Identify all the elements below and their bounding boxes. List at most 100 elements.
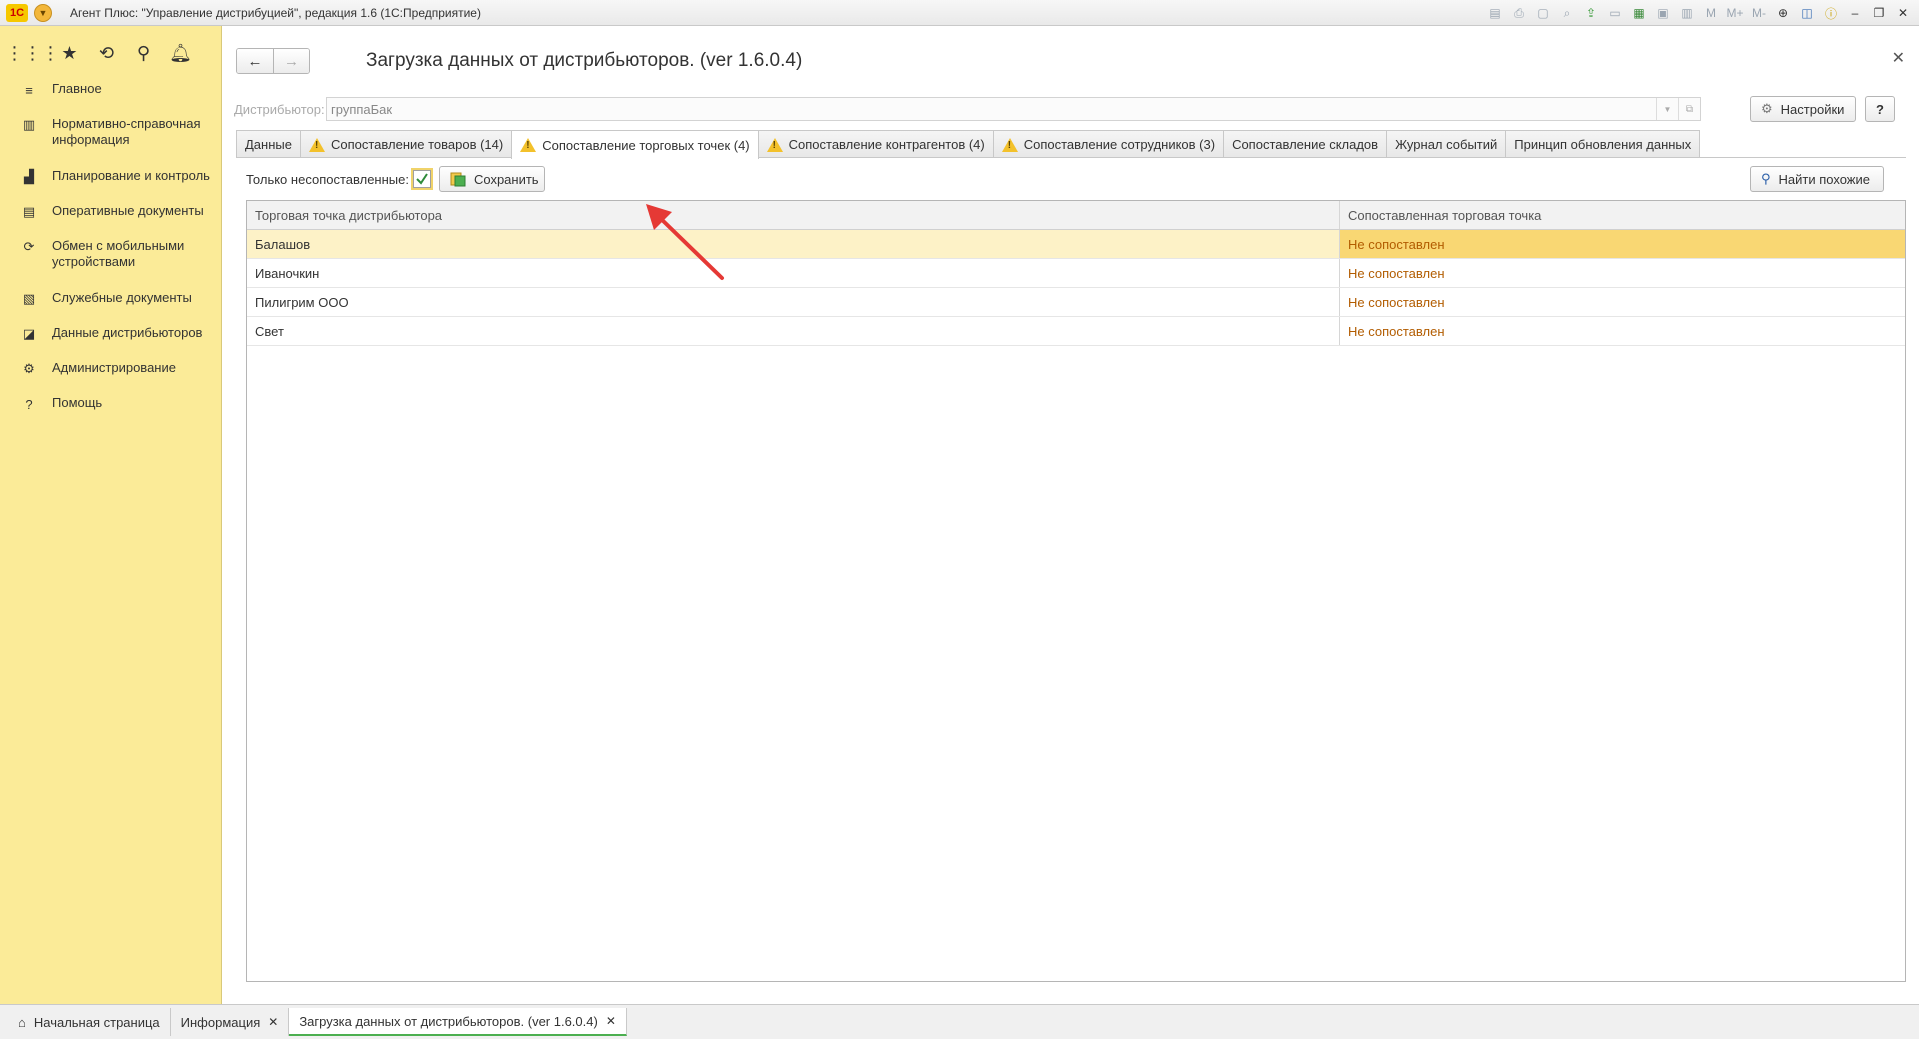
upload-icon[interactable]: ⇪: [1581, 3, 1601, 23]
only-unmatched-checkbox[interactable]: [410, 168, 433, 190]
find-doc-icon[interactable]: ⌕: [1557, 3, 1577, 23]
window-title: Агент Плюс: "Управление дистрибуцией", р…: [70, 5, 481, 20]
tab-panel-divider: [236, 157, 1906, 158]
sidebar-item-label: Данные дистрибьюторов: [52, 325, 203, 340]
menu-lines-icon: ≡: [25, 82, 33, 98]
question-icon: ?: [25, 396, 33, 412]
outlets-toolbar: Только несопоставленные: Сохранить: [246, 166, 545, 192]
memory-mplus-icon[interactable]: M+: [1725, 3, 1745, 23]
memory-mminus-icon[interactable]: M-: [1749, 3, 1769, 23]
task-label: Начальная страница: [33, 1014, 160, 1030]
task-home[interactable]: ⌂ Начальная страница: [8, 1008, 171, 1036]
dropdown-arrow-icon[interactable]: ▼: [1656, 98, 1678, 120]
print-icon[interactable]: ⎙: [1509, 3, 1529, 23]
matched-outlet-cell[interactable]: Не сопоставлен: [1340, 259, 1905, 287]
sidebar-item-administration[interactable]: ⚙ Администрирование: [0, 355, 221, 390]
column-header-matched-outlet[interactable]: Сопоставленная торговая точка: [1340, 201, 1905, 229]
memory-m-icon[interactable]: M: [1701, 3, 1721, 23]
distributor-outlet-cell[interactable]: Пилигрим ООО: [247, 288, 1340, 316]
matched-outlet-cell[interactable]: Не сопоставлен: [1340, 317, 1905, 345]
close-icon[interactable]: ✕: [268, 1015, 278, 1029]
distributor-outlet-cell[interactable]: Свет: [247, 317, 1340, 345]
find-similar-label: Найти похожие: [1778, 171, 1870, 187]
sidebar-item-help[interactable]: ? Помощь: [0, 390, 221, 425]
only-unmatched-label: Только несопоставленные:: [246, 171, 409, 187]
panels-icon[interactable]: ◫: [1797, 3, 1817, 23]
tab-data[interactable]: Данные: [236, 130, 301, 158]
distributor-row: Дистрибьютор: группаБак ▼ ⧉: [234, 96, 1904, 122]
sidebar-item-main[interactable]: ≡ Главное: [0, 76, 221, 111]
settings-button[interactable]: ⚙ Настройки: [1750, 96, 1856, 122]
attach-icon[interactable]: ▭: [1605, 3, 1625, 23]
arrow-left-icon: ←: [247, 52, 263, 70]
tab-label: Принцип обновления данных: [1514, 137, 1692, 152]
annotation-arrow-icon: [646, 204, 724, 280]
preview-icon[interactable]: ▢: [1533, 3, 1553, 23]
distributor-outlet-cell[interactable]: Иваночкин: [247, 259, 1340, 287]
sidebar-item-planning[interactable]: ▟ Планирование и контроль: [0, 163, 221, 198]
sidebar-item-label: Планирование и контроль: [52, 168, 210, 183]
table-row[interactable]: Пилигрим ООО Не сопоставлен: [247, 288, 1905, 317]
find-similar-button[interactable]: ⚲ Найти похожие: [1750, 166, 1884, 192]
info-icon[interactable]: ⓘ: [1821, 3, 1841, 23]
tab-label: Журнал событий: [1395, 137, 1498, 152]
search-icon[interactable]: ⚲: [125, 40, 162, 66]
sidebar-item-operational-docs[interactable]: ▤ Оперативные документы: [0, 198, 221, 233]
star-icon[interactable]: ★: [51, 40, 88, 66]
forward-button[interactable]: →: [273, 49, 309, 73]
open-link-icon[interactable]: ⧉: [1678, 98, 1700, 120]
apps-grid-icon[interactable]: ⋮⋮⋮: [6, 40, 60, 66]
save-doc-icon[interactable]: ▤: [1485, 3, 1505, 23]
tab-products-matching[interactable]: Сопоставление товаров (14): [299, 130, 513, 158]
table-row[interactable]: Свет Не сопоставлен: [247, 317, 1905, 346]
tab-label: Сопоставление торговых точек (4): [542, 137, 750, 153]
calendar-icon[interactable]: ▣: [1653, 3, 1673, 23]
tab-label: Данные: [245, 137, 292, 152]
bell-icon[interactable]: 🔔︎: [162, 40, 199, 66]
catalog-icon: ▥: [22, 117, 36, 132]
table-row[interactable]: Иваночкин Не сопоставлен: [247, 259, 1905, 288]
form-close-icon[interactable]: ✕: [1892, 48, 1905, 68]
distributor-label: Дистрибьютор:: [234, 101, 325, 117]
calculator-icon[interactable]: ▥: [1677, 3, 1697, 23]
save-button[interactable]: Сохранить: [438, 166, 545, 192]
main-form: ← → Загрузка данных от дистрибьюторов. (…: [222, 26, 1919, 1004]
restore-icon[interactable]: ❐: [1869, 3, 1889, 23]
service-docs-icon: ▧: [22, 291, 36, 306]
sidebar-item-service-docs[interactable]: ▧ Служебные документы: [0, 285, 221, 320]
distributor-field[interactable]: группаБак ▼ ⧉: [326, 97, 1701, 121]
close-icon[interactable]: ✕: [606, 1014, 616, 1028]
sidebar-item-reference[interactable]: ▥ Нормативно-справочная информация: [0, 111, 221, 163]
task-distributor-import[interactable]: Загрузка данных от дистрибьюторов. (ver …: [289, 1008, 627, 1036]
tab-outlets-matching[interactable]: Сопоставление торговых точек (4): [511, 130, 759, 159]
sidebar-item-distributor-data[interactable]: ◪ Данные дистрибьюторов: [0, 320, 221, 355]
task-label: Информация: [180, 1014, 261, 1030]
sidebar-item-label: Обмен с мобильными устройствами: [52, 238, 185, 269]
save-label: Сохранить: [473, 171, 539, 187]
table-icon[interactable]: ▦: [1629, 3, 1649, 23]
tab-event-log[interactable]: Журнал событий: [1386, 130, 1507, 158]
table-row[interactable]: Балашов Не сопоставлен: [247, 230, 1905, 259]
help-button[interactable]: ?: [1865, 96, 1895, 122]
tab-counterparties-matching[interactable]: Сопоставление контрагентов (4): [757, 130, 994, 158]
matched-outlet-cell[interactable]: Не сопоставлен: [1340, 230, 1905, 258]
main-menu-button[interactable]: ▼: [34, 3, 52, 22]
tab-warehouses-matching[interactable]: Сопоставление складов: [1223, 130, 1388, 158]
checkmark-icon: [416, 173, 428, 185]
tab-employees-matching[interactable]: Сопоставление сотрудников (3): [992, 130, 1225, 158]
history-icon[interactable]: ⟲: [88, 40, 125, 66]
sidebar-item-label: Нормативно-справочная информация: [52, 116, 201, 147]
task-information[interactable]: Информация ✕: [171, 1008, 290, 1036]
distributor-outlet-cell[interactable]: Балашов: [247, 230, 1340, 258]
back-button[interactable]: ←: [237, 49, 273, 73]
window-close-icon[interactable]: ✕: [1893, 3, 1913, 23]
matched-outlet-cell[interactable]: Не сопоставлен: [1340, 288, 1905, 316]
distributor-value: группаБак: [331, 101, 393, 117]
taskbar: ⌂ Начальная страница Информация ✕ Загруз…: [0, 1004, 1919, 1039]
minimize-icon[interactable]: –: [1845, 3, 1865, 23]
column-header-distributor-outlet[interactable]: Торговая точка дистрибьютора: [247, 201, 1340, 229]
nav-buttons: ← →: [236, 48, 310, 74]
tab-update-principle[interactable]: Принцип обновления данных: [1505, 130, 1701, 158]
sidebar-item-mobile-exchange[interactable]: ⟳ Обмен с мобильными устройствами: [0, 233, 221, 285]
zoom-icon[interactable]: ⊕: [1773, 3, 1793, 23]
